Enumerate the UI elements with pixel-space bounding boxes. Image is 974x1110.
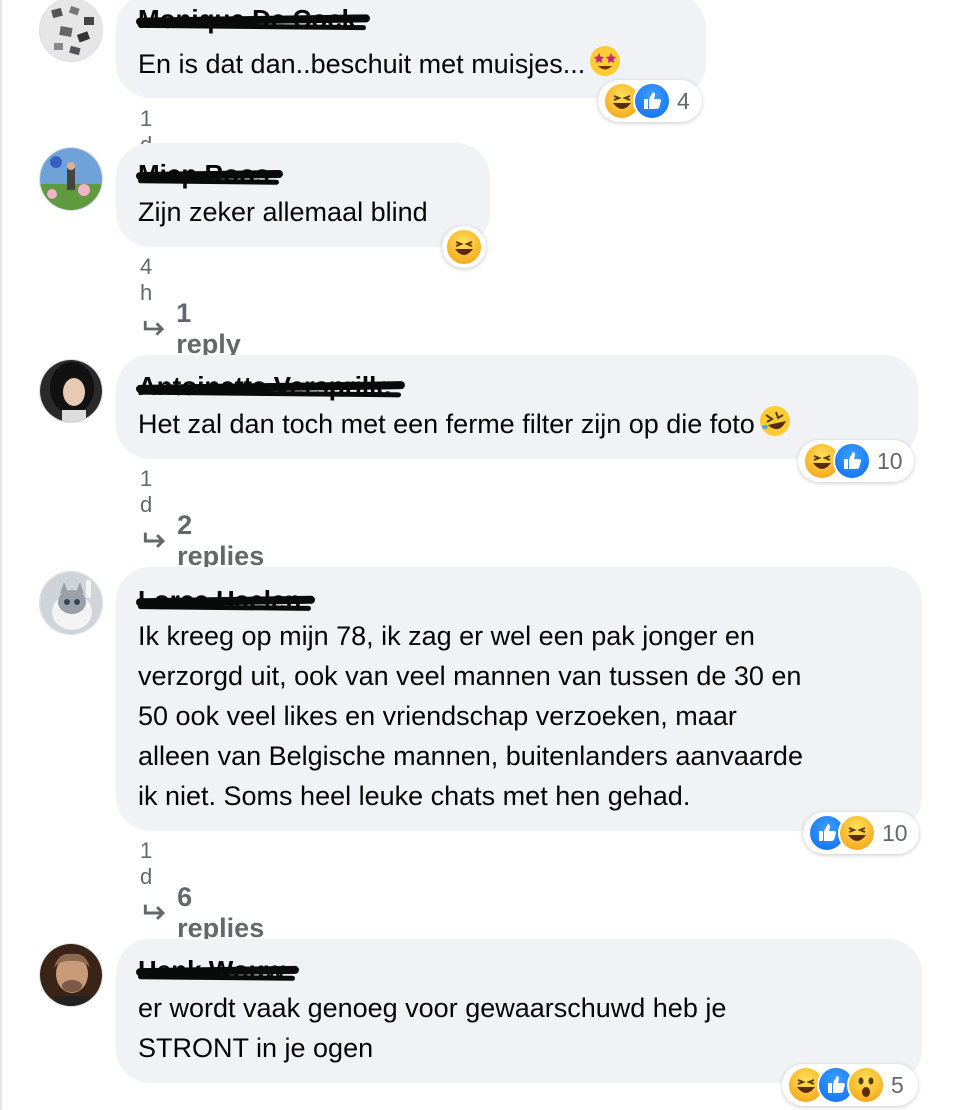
comment-text: Ik kreeg op mijn 78, ik zag er wel een p…	[138, 616, 803, 816]
view-replies-link[interactable]: 1 reply	[142, 298, 247, 360]
comment-text: En is dat dan..beschuit met muisjes...	[138, 44, 621, 84]
rolling-on-floor-laughing-emoji	[759, 406, 790, 436]
reaction-count: 10	[882, 819, 908, 846]
reply-arrow-icon	[143, 904, 166, 920]
replies-label: 6 replies	[177, 882, 265, 943]
reaction-summary[interactable]: 4	[598, 80, 702, 122]
like-reaction-icon	[633, 82, 671, 120]
haha-reaction-icon	[838, 814, 876, 852]
comment-text-line: alleen van Belgische mannen, buitenlande…	[138, 741, 803, 771]
avatar-image	[40, 0, 102, 61]
reaction-count: 5	[891, 1071, 904, 1098]
reaction-count: 10	[877, 447, 903, 474]
haha-reaction-icon	[445, 228, 483, 266]
comment-author[interactable]: Antoinetta Versprille	[135, 371, 405, 402]
avatar-image	[40, 148, 102, 210]
replies-label: 1 reply	[176, 298, 241, 359]
comment-author[interactable]: Monique De Cock	[135, 4, 371, 35]
comment-text-line: verzorgd uit, ook van veel mannen van tu…	[138, 661, 802, 691]
comment-text-line: Ik kreeg op mijn 78, ik zag er wel een p…	[138, 621, 755, 651]
reply-arrow-icon	[143, 320, 165, 336]
reaction-summary[interactable]: 10	[803, 812, 919, 854]
avatar[interactable]	[39, 359, 103, 423]
view-replies-link[interactable]: 2 replies	[142, 510, 269, 572]
comment-text-line: er wordt vaak genoeg voor gewaarschuwd h…	[138, 993, 727, 1023]
avatar[interactable]	[39, 571, 103, 635]
avatar-image	[40, 572, 102, 634]
avatar-image	[40, 360, 102, 422]
avatar-image	[40, 944, 102, 1006]
view-replies-link[interactable]: 6 replies	[142, 882, 269, 944]
comment-bubble: Miep Roos Zijn zeker allemaal blind	[116, 143, 490, 247]
page-left-border	[0, 0, 2, 1110]
reaction-count: 4	[677, 87, 690, 114]
comment-text-line: STRONT in je ogen	[138, 1033, 374, 1063]
avatar[interactable]	[39, 0, 103, 62]
reaction-summary[interactable]: 10	[798, 440, 914, 482]
comment-text: Het zal dan toch met een ferme filter zi…	[138, 404, 791, 444]
comment-bubble: Antoinetta Versprille Het zal dan toch m…	[116, 355, 918, 459]
avatar[interactable]	[39, 943, 103, 1007]
replies-label: 2 replies	[177, 510, 265, 571]
like-reaction-icon	[833, 442, 871, 480]
avatar[interactable]	[39, 147, 103, 211]
comment-bubble: Henk Wouw er wordt vaak genoeg voor gewa…	[116, 939, 922, 1083]
comment-bubble: Lorea Haelen Ik kreeg op mijn 78, ik zag…	[116, 567, 922, 831]
reaction-summary[interactable]	[442, 226, 486, 268]
reaction-summary[interactable]: 5	[782, 1064, 918, 1106]
comment-text-line: 50 ook veel likes en vriendschap verzoek…	[138, 701, 737, 731]
comment-author[interactable]: Lorea Haelen	[135, 585, 316, 616]
comment-author[interactable]: Miep Roos	[135, 159, 284, 190]
wow-reaction-icon	[847, 1066, 885, 1104]
star-struck-emoji	[590, 46, 621, 76]
comment-author[interactable]: Henk Wouw	[135, 955, 299, 986]
comment-text: er wordt vaak genoeg voor gewaarschuwd h…	[138, 988, 726, 1068]
comment-text-line: ik niet. Soms heel leuke chats met hen g…	[138, 781, 691, 811]
comment-text: Zijn zeker allemaal blind	[138, 197, 428, 227]
reply-arrow-icon	[143, 532, 166, 548]
